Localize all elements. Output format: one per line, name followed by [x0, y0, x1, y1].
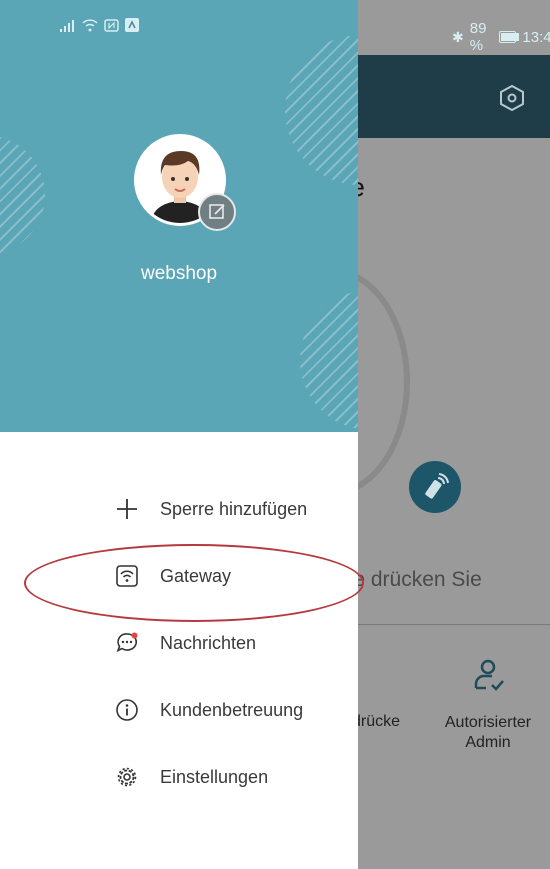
- navigation-drawer: webshop Sperre hinzufügen Gateway Nachri…: [0, 0, 358, 869]
- drawer-header: webshop: [0, 0, 358, 432]
- app-notification-icon: [125, 18, 139, 35]
- divider: [340, 624, 550, 625]
- key-fob-icon: [425, 473, 449, 499]
- battery-fill: [501, 33, 520, 41]
- signal-icon: [60, 19, 76, 35]
- menu-item-label: Kundenbetreuung: [160, 699, 304, 720]
- plus-icon: [114, 496, 140, 522]
- menu-item-label: Gateway: [160, 565, 232, 586]
- menu-item-label: Sperre hinzufügen: [160, 498, 308, 519]
- menu-item-add-lock[interactable]: Sperre hinzufügen: [110, 485, 350, 533]
- edit-avatar-button[interactable]: [198, 193, 236, 231]
- menu-item-gateway[interactable]: Gateway: [110, 552, 350, 600]
- menu-item-settings[interactable]: Einstellungen: [110, 753, 350, 801]
- menu-item-label: Nachrichten: [160, 632, 257, 653]
- nfc-button[interactable]: [409, 461, 461, 513]
- menu-item-messages[interactable]: Nachrichten: [110, 619, 350, 667]
- edit-icon: [209, 204, 225, 219]
- menu-item-label: Einstellungen: [160, 766, 269, 787]
- wifi-icon: [82, 18, 98, 35]
- status-bar: ✱ 89 % 13:46: [0, 0, 550, 55]
- nav-item-label[interactable]: drücke: [352, 713, 400, 731]
- menu-item-customer-support[interactable]: Kundenbetreuung: [110, 686, 350, 734]
- info-icon: [114, 697, 140, 723]
- bluetooth-icon: ✱: [452, 28, 464, 45]
- decorative-circle: [285, 35, 358, 185]
- battery-percent: 89 %: [469, 20, 487, 54]
- clock-time: 13:46: [522, 28, 550, 46]
- decorative-circle: [300, 290, 358, 430]
- gear-icon: [114, 764, 140, 790]
- authorized-admin-icon[interactable]: [468, 656, 508, 696]
- settings-hexagon-icon[interactable]: [497, 83, 527, 113]
- nfc-icon: [104, 18, 119, 35]
- gateway-wifi-icon: [114, 563, 140, 589]
- decorative-circle: [0, 135, 45, 255]
- nav-item-authorized-admin[interactable]: Autorisierter Admin: [428, 713, 548, 753]
- battery-icon: [499, 31, 520, 43]
- username: webshop: [140, 263, 218, 284]
- chat-bubble-icon: [114, 630, 140, 656]
